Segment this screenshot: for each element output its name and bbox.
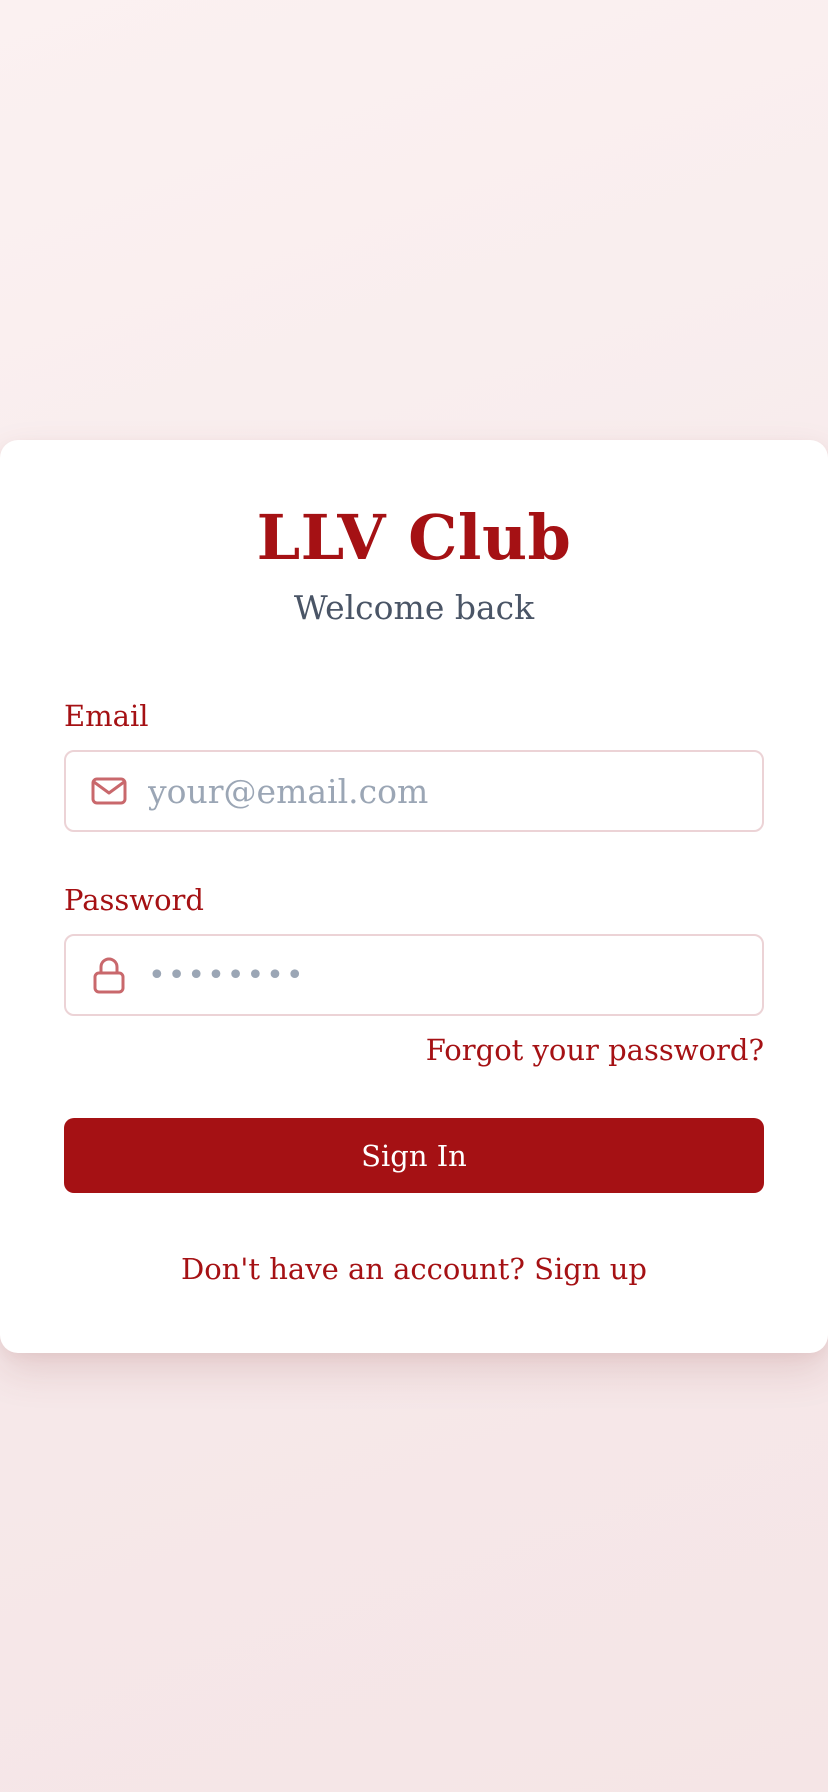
sign-in-button[interactable]: Sign In [64, 1118, 764, 1193]
forgot-password-link[interactable]: Forgot your password? [426, 1033, 764, 1067]
mail-icon [90, 772, 128, 810]
password-input[interactable] [148, 945, 762, 1005]
signup-prompt: Don't have an account? Sign up [64, 1251, 764, 1287]
signup-prompt-text: Don't have an account? [181, 1252, 535, 1286]
forgot-password-row: Forgot your password? [64, 1032, 764, 1068]
email-field-wrapper[interactable] [64, 750, 764, 832]
login-card: LLV Club Welcome back Email Password For… [0, 440, 828, 1353]
password-field-wrapper[interactable] [64, 934, 764, 1016]
welcome-subtitle: Welcome back [293, 588, 535, 627]
brand-title: LLV Club [256, 501, 572, 574]
password-label: Password [64, 883, 204, 917]
sign-up-link[interactable]: Sign up [534, 1252, 647, 1286]
email-input[interactable] [148, 761, 762, 821]
email-label: Email [64, 699, 149, 733]
lock-icon [90, 956, 128, 994]
